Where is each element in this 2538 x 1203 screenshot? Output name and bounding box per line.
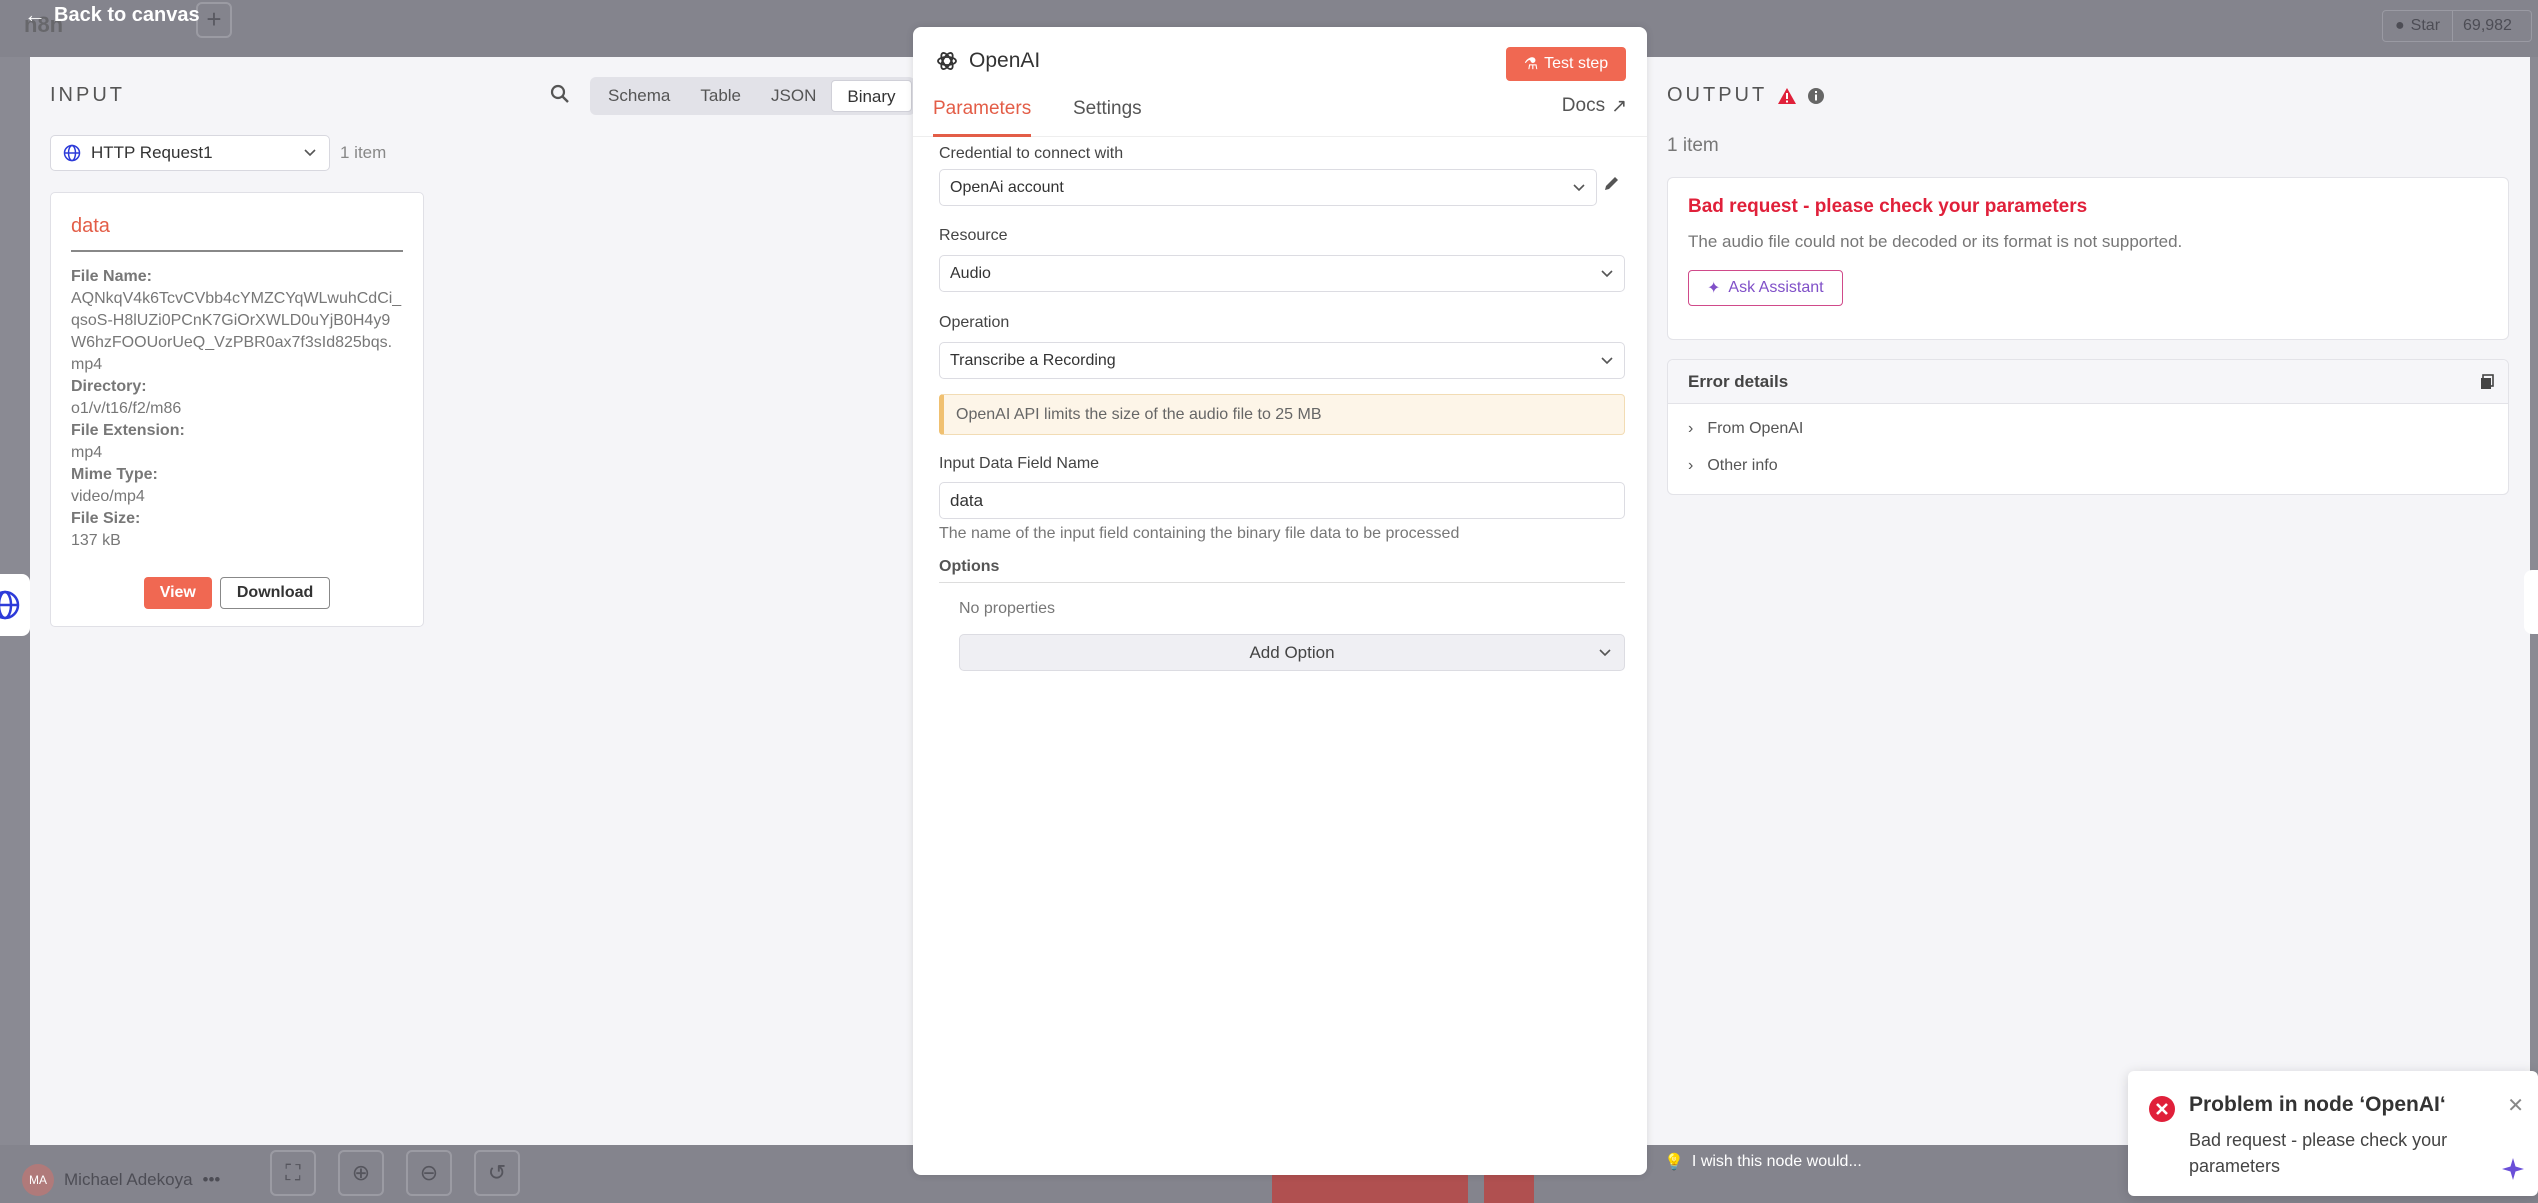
fit-view-button[interactable]: ⛶ (270, 1150, 316, 1196)
input-view-tabs: Schema Table JSON Binary (590, 77, 915, 115)
github-star-button[interactable]: ● Star 69,982 (2382, 10, 2532, 42)
error-message: The audio file could not be decoded or i… (1688, 232, 2183, 251)
operation-select[interactable]: Transcribe a Recording (939, 342, 1625, 379)
details-row-other-info[interactable]: › Other info (1668, 447, 2508, 484)
no-properties-text: No properties (959, 600, 1056, 617)
external-link-icon: ↗ (1611, 96, 1627, 117)
operation-label: Operation (939, 314, 1010, 331)
credential-label: Credential to connect with (939, 145, 1124, 162)
sparkle-icon: ✦ (1707, 280, 1721, 297)
node-tabs: Parameters Settings Docs ↗ (913, 95, 1647, 137)
github-icon: ● (2395, 17, 2405, 34)
details-row-from-openai[interactable]: › From OpenAI (1668, 410, 2508, 447)
close-icon[interactable]: ✕ (2507, 1093, 2524, 1118)
execute-workflow-button[interactable] (1272, 1172, 1468, 1203)
feedback-link[interactable]: 💡 I wish this node would... (1664, 1152, 1862, 1172)
input-panel-title: INPUT (50, 84, 125, 106)
chevron-down-icon (1599, 649, 1611, 657)
output-item-count: 1 item (1667, 135, 1719, 156)
error-details-title: Error details (1688, 372, 1789, 391)
globe-icon (63, 144, 81, 162)
file-size-notice: OpenAI API limits the size of the audio … (939, 394, 1625, 435)
avatar: MA (22, 1164, 54, 1196)
search-icon[interactable] (550, 84, 570, 104)
chevron-down-icon (1573, 183, 1585, 191)
binary-property-name: data (71, 215, 403, 252)
node-title: OpenAI (969, 49, 1041, 72)
credential-select[interactable]: OpenAi account (939, 169, 1597, 206)
input-field-label: Input Data Field Name (939, 455, 1100, 472)
error-box: Bad request - please check your paramete… (1667, 177, 2509, 340)
output-panel-title: OUTPUT (1667, 84, 1825, 107)
user-name: Michael Adekoya (64, 1170, 193, 1189)
user-menu[interactable]: MA Michael Adekoya ••• (22, 1164, 220, 1196)
back-to-canvas-link[interactable]: ← Back to canvas (24, 2, 200, 28)
tab-binary[interactable]: Binary (831, 80, 912, 112)
resource-label: Resource (939, 227, 1008, 244)
binary-field-directory: Directory: o1/v/t16/f2/m86 (71, 378, 182, 417)
chevron-down-icon (1601, 269, 1613, 277)
delete-execution-button[interactable] (1484, 1172, 1534, 1203)
pencil-icon[interactable] (1602, 173, 1622, 193)
add-option-button[interactable]: Add Option (959, 634, 1625, 671)
assistant-sparkle-icon[interactable] (2500, 1156, 2526, 1182)
warning-icon (1778, 87, 1797, 104)
ask-assistant-button[interactable]: ✦ Ask Assistant (1688, 270, 1843, 306)
tab-table[interactable]: Table (685, 80, 756, 112)
star-count: 69,982 (2463, 17, 2512, 34)
test-step-button[interactable]: ⚗ Test step (1506, 47, 1626, 81)
options-title: Options (939, 558, 1625, 583)
input-node-name: HTTP Request1 (91, 143, 213, 162)
input-node-handle[interactable] (0, 574, 30, 636)
zoom-controls: ⛶ ⊕ ⊖ ↺ (270, 1150, 520, 1196)
tab-settings[interactable]: Settings (1073, 95, 1142, 137)
star-label: Star (2410, 17, 2441, 34)
openai-icon (937, 52, 957, 70)
toast-message: Bad request - please check your paramete… (2189, 1130, 2448, 1176)
view-button[interactable]: View (143, 577, 212, 609)
more-icon[interactable]: ••• (203, 1170, 221, 1190)
back-to-canvas-label: Back to canvas (54, 3, 200, 26)
binary-field-mime-type: Mime Type: video/mp4 (71, 466, 158, 505)
input-field-hint: The name of the input field containing t… (939, 525, 1460, 542)
error-details-box: Error details › From OpenAI › Other info (1667, 359, 2509, 495)
toast-title: Problem in node ‘OpenAI‘ (2189, 1093, 2446, 1116)
arrow-left-icon: ← (24, 2, 46, 27)
error-toast: Problem in node ‘OpenAI‘ Bad request - p… (2128, 1071, 2538, 1196)
error-circle-icon (2149, 1096, 2175, 1122)
input-item-count: 1 item (340, 143, 387, 162)
lightbulb-icon: 💡 (1664, 1154, 1684, 1171)
zoom-in-button[interactable]: ⊕ (338, 1150, 384, 1196)
input-node-select[interactable]: HTTP Request1 (50, 135, 330, 171)
tab-json[interactable]: JSON (756, 80, 831, 112)
binary-field-extension: File Extension: mp4 (71, 422, 185, 461)
globe-icon (0, 590, 20, 620)
download-button[interactable]: Download (219, 577, 331, 609)
chevron-down-icon (1601, 356, 1613, 364)
chevron-down-icon (304, 149, 316, 157)
input-data-field-input[interactable]: data (939, 482, 1625, 519)
flask-icon: ⚗ (1523, 56, 1539, 73)
reset-zoom-button[interactable]: ↺ (474, 1150, 520, 1196)
binary-data-card: data File Name: AQNkqV4k6TcvCVbb4cYMZCYq… (50, 192, 424, 627)
docs-link[interactable]: Docs ↗ (1562, 95, 1627, 118)
copy-icon[interactable] (2480, 374, 2494, 390)
tab-schema[interactable]: Schema (593, 80, 685, 112)
binary-field-file-size: File Size: 137 kB (71, 510, 141, 549)
error-title: Bad request - please check your paramete… (1688, 196, 2088, 217)
chevron-right-icon: › (1688, 419, 1694, 437)
info-icon[interactable] (1807, 87, 1825, 105)
tab-parameters[interactable]: Parameters (933, 95, 1032, 137)
chevron-right-icon: › (1688, 456, 1694, 474)
binary-field-file-name: File Name: AQNkqV4k6TcvCVbb4cYMZCYqWLwuh… (71, 268, 402, 373)
resource-select[interactable]: Audio (939, 255, 1625, 292)
node-settings-modal: OpenAI ⚗ Test step Parameters Settings D… (913, 27, 1647, 1175)
add-node-button[interactable]: + (196, 2, 232, 38)
zoom-out-button[interactable]: ⊖ (406, 1150, 452, 1196)
output-node-handle[interactable] (2524, 570, 2538, 634)
